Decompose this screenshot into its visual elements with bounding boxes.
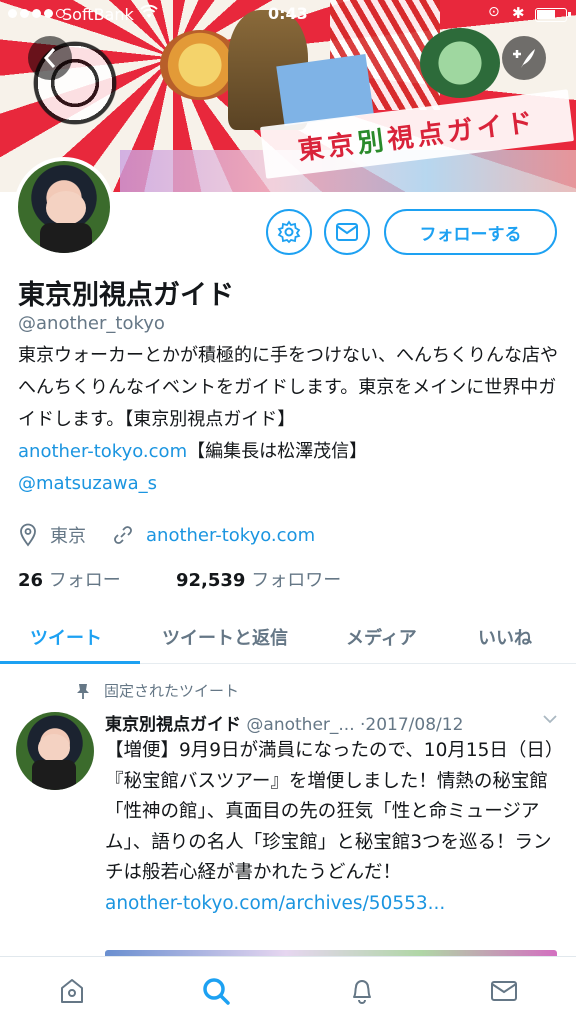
pin-icon xyxy=(77,683,89,699)
profile-tabs: ツイート ツイートと返信 メディア いいね xyxy=(0,612,576,664)
battery-icon xyxy=(535,8,571,22)
chevron-left-icon xyxy=(43,48,56,68)
message-button[interactable] xyxy=(324,209,370,255)
nav-messages[interactable] xyxy=(488,975,520,1007)
following-count-link[interactable]: 26 フォロー xyxy=(18,570,121,591)
notifications-icon xyxy=(353,980,371,1004)
link-icon xyxy=(114,526,132,544)
followers-count-link[interactable]: 92,539 フォロワー xyxy=(176,566,341,592)
tab-likes[interactable]: いいね xyxy=(478,624,532,650)
pinned-tweet-label: 固定されたツイート xyxy=(76,680,239,701)
status-bar: SoftBank 0:43 ⊙ ✱ xyxy=(0,0,576,30)
profile-meta: 東京 another-tokyo.com xyxy=(18,522,315,548)
nav-notifications[interactable] xyxy=(346,975,378,1007)
profile-bio: 東京ウォーカーとかが積極的に手をつけない、へんちくりんな店やへんちくりんなイベン… xyxy=(18,340,558,500)
gear-icon xyxy=(277,220,301,244)
profile-name: 東京別視点ガイド xyxy=(18,280,234,311)
nav-search[interactable] xyxy=(200,975,232,1007)
compose-tweet-button[interactable] xyxy=(502,36,546,80)
profile-handle: @another_tokyo xyxy=(18,313,165,334)
bottom-navigation xyxy=(0,956,576,1024)
settings-button[interactable] xyxy=(266,209,312,255)
bio-mention[interactable]: @matsuzawa_s xyxy=(18,473,157,494)
profile-location: 東京 xyxy=(50,526,86,547)
tweet-header: 東京別視点ガイド @another_... ·2017/08/12 xyxy=(105,710,557,735)
search-icon xyxy=(203,978,230,1005)
home-icon xyxy=(61,979,83,1003)
tweet-author-avatar[interactable] xyxy=(16,712,94,790)
tweet-author-handle[interactable]: @another_... xyxy=(246,715,354,735)
location-pin-icon xyxy=(20,523,36,547)
tweet-date: ·2017/08/12 xyxy=(360,715,464,735)
wifi-icon xyxy=(140,4,158,24)
profile-website[interactable]: another-tokyo.com xyxy=(146,525,315,546)
tweet-link[interactable]: another-tokyo.com/archives/50553... xyxy=(105,893,445,914)
bio-text: 東京ウォーカーとかが積極的に手をつけない、へんちくりんな店やへんちくりんなイベン… xyxy=(18,345,558,430)
carrier-name: SoftBank xyxy=(62,5,134,24)
rotation-lock-icon: ⊙ xyxy=(488,4,500,20)
profile-avatar[interactable] xyxy=(14,157,114,257)
compose-feather-icon xyxy=(513,49,535,68)
tab-tweets-and-replies[interactable]: ツイートと返信 xyxy=(162,624,288,650)
follow-counts: 26 フォロー 92,539 フォロワー xyxy=(18,566,341,592)
tweet-author-name[interactable]: 東京別視点ガイド xyxy=(105,715,241,735)
nav-home[interactable] xyxy=(56,975,88,1007)
bio-editor-note: 【編集長は松澤茂信】 xyxy=(187,441,368,462)
chevron-down-icon[interactable] xyxy=(543,712,557,728)
messages-icon xyxy=(491,981,517,1001)
bio-link[interactable]: another-tokyo.com xyxy=(18,441,187,462)
signal-strength-icon xyxy=(8,9,65,18)
active-tab-indicator xyxy=(0,661,140,664)
envelope-icon xyxy=(336,223,358,241)
bluetooth-icon: ✱ xyxy=(512,4,525,22)
follow-button[interactable]: フォローする xyxy=(384,209,557,255)
back-button[interactable] xyxy=(28,36,72,80)
tab-media[interactable]: メディア xyxy=(346,624,417,650)
clock: 0:43 xyxy=(268,4,308,23)
tweet-text: 【増便】9月9日が満員になったので、10月15日（日）『秘宝館バスツアー』を増便… xyxy=(105,740,564,914)
tab-tweets[interactable]: ツイート xyxy=(30,624,102,650)
